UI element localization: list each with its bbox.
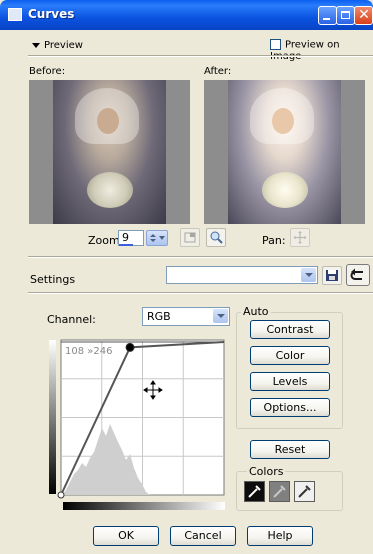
channel-value: RGB bbox=[147, 310, 171, 323]
close-icon: ✕ bbox=[358, 7, 370, 23]
divider bbox=[28, 256, 373, 258]
after-image bbox=[228, 80, 341, 224]
eyedropper-gray-icon bbox=[273, 485, 286, 498]
preview-on-image-checkbox[interactable]: Preview on Image bbox=[270, 39, 373, 62]
ok-button[interactable]: OK bbox=[93, 526, 159, 546]
curve-readout: 108 »246 bbox=[65, 346, 112, 357]
help-button[interactable]: Help bbox=[247, 526, 313, 546]
eyedropper-white-icon bbox=[298, 485, 311, 498]
chevron-down-icon[interactable] bbox=[213, 309, 228, 323]
contrast-button[interactable]: Contrast bbox=[250, 320, 330, 339]
zoom-spinner[interactable] bbox=[146, 230, 168, 246]
close-button[interactable]: ✕ bbox=[354, 6, 373, 25]
minimize-icon bbox=[323, 18, 330, 20]
magnifier-icon bbox=[210, 231, 223, 244]
fit-window-icon bbox=[184, 232, 196, 243]
cancel-button[interactable]: Cancel bbox=[170, 526, 236, 546]
after-label: After: bbox=[204, 66, 232, 77]
floppy-disk-icon bbox=[326, 270, 338, 281]
chevron-down-icon[interactable] bbox=[301, 268, 316, 282]
zoom-to-fit-button[interactable] bbox=[180, 228, 200, 247]
after-preview[interactable] bbox=[204, 80, 365, 224]
eyedropper-black-icon bbox=[248, 485, 261, 498]
gray-point-picker[interactable] bbox=[269, 481, 290, 502]
spin-arrows-icon bbox=[150, 234, 165, 242]
undo-arrow-icon bbox=[350, 268, 363, 280]
color-button[interactable]: Color bbox=[250, 346, 330, 365]
black-point-picker[interactable] bbox=[244, 481, 265, 502]
settings-label: Settings bbox=[30, 273, 76, 286]
save-preset-button[interactable] bbox=[322, 266, 342, 285]
curve-control-point[interactable] bbox=[125, 342, 135, 352]
chevron-down-icon bbox=[32, 42, 40, 48]
maximize-button[interactable] bbox=[336, 6, 355, 25]
channel-label: Channel: bbox=[47, 313, 96, 326]
app-icon bbox=[8, 8, 22, 21]
pan-move-icon bbox=[293, 231, 307, 244]
input-gradient-bar bbox=[63, 502, 225, 510]
reset-to-default-button[interactable] bbox=[346, 264, 370, 286]
preview-toggle[interactable]: Preview bbox=[32, 40, 83, 51]
channel-dropdown[interactable]: RGB bbox=[142, 307, 230, 326]
auto-group-title: Auto bbox=[241, 305, 271, 318]
reset-button[interactable]: Reset bbox=[250, 440, 330, 459]
levels-button[interactable]: Levels bbox=[250, 372, 330, 391]
zoom-progress-bar bbox=[119, 244, 133, 246]
minimize-button[interactable] bbox=[318, 6, 337, 25]
curve-control-point[interactable] bbox=[57, 491, 65, 499]
pan-label: Pan: bbox=[262, 234, 286, 247]
white-point-picker[interactable] bbox=[294, 481, 315, 502]
before-image bbox=[53, 80, 166, 224]
preview-toggle-label: Preview bbox=[44, 40, 83, 51]
colors-group-title: Colors bbox=[247, 465, 286, 478]
window-title: Curves bbox=[28, 7, 75, 21]
divider bbox=[28, 55, 373, 57]
checkbox-box[interactable] bbox=[270, 39, 281, 50]
options-button[interactable]: Options... bbox=[250, 398, 330, 417]
pan-button[interactable] bbox=[290, 228, 310, 247]
before-label: Before: bbox=[29, 66, 66, 77]
before-preview[interactable] bbox=[29, 80, 190, 224]
navigate-button[interactable] bbox=[206, 228, 226, 247]
curve-graph[interactable]: 108 »246 bbox=[48, 332, 228, 502]
preset-dropdown[interactable] bbox=[166, 266, 318, 284]
maximize-icon bbox=[341, 11, 350, 19]
